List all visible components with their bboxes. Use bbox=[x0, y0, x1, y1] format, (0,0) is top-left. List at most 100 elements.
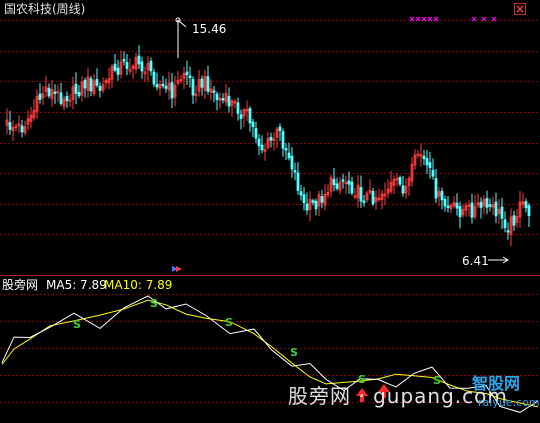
low-marker-arrow bbox=[488, 256, 509, 264]
candle-down bbox=[428, 162, 432, 169]
candle-down bbox=[503, 219, 507, 229]
candle-down bbox=[185, 71, 189, 76]
candle-down bbox=[284, 148, 288, 151]
candle-down bbox=[299, 191, 303, 196]
candle-down bbox=[446, 205, 450, 208]
candle-down bbox=[341, 179, 345, 182]
candle-down bbox=[470, 202, 474, 218]
candle-down bbox=[98, 85, 102, 91]
candle-down bbox=[431, 169, 435, 177]
candle-down bbox=[260, 144, 264, 151]
candle-down bbox=[398, 177, 402, 185]
stock-chart-app: SSSSSS 国农科技(周线) 15.46 6.41 股旁网 MA5: 7.89… bbox=[0, 0, 540, 423]
candle-down bbox=[188, 75, 192, 79]
candle-down bbox=[362, 200, 366, 203]
candle-down bbox=[251, 121, 255, 128]
candle-down bbox=[302, 194, 306, 204]
candle-down bbox=[227, 95, 231, 107]
candle-down bbox=[311, 200, 315, 203]
candle-down bbox=[59, 92, 63, 104]
candle-down bbox=[500, 206, 504, 219]
candle-down bbox=[290, 155, 294, 170]
candle-down bbox=[239, 114, 243, 119]
candle-down bbox=[527, 205, 531, 217]
candle-down bbox=[296, 172, 300, 191]
candle-down bbox=[47, 87, 51, 97]
candle-down bbox=[455, 202, 459, 209]
candle-down bbox=[512, 215, 516, 226]
watermark-logo-top: 智股网 bbox=[472, 374, 521, 393]
high-marker-line bbox=[177, 19, 187, 58]
indicator-name: 股旁网 bbox=[2, 278, 39, 292]
sell-signal-marker: S bbox=[150, 297, 158, 310]
candle-down bbox=[65, 95, 69, 102]
candle-down bbox=[350, 181, 354, 194]
candle-down bbox=[335, 183, 339, 189]
candle-down bbox=[494, 201, 498, 217]
candle-down bbox=[38, 93, 42, 100]
candle-down bbox=[314, 200, 318, 210]
candle-down bbox=[122, 59, 126, 62]
candle-down bbox=[116, 67, 120, 75]
candle-down bbox=[440, 190, 444, 201]
candle-down bbox=[506, 230, 510, 233]
candle-down bbox=[305, 203, 309, 211]
candle-down bbox=[161, 83, 165, 87]
watermark-logo-bottom: raiyue.com bbox=[478, 396, 540, 409]
candle-down bbox=[140, 61, 144, 72]
chart-title: 国农科技(周线) bbox=[4, 2, 86, 16]
candle-down bbox=[257, 138, 261, 147]
candle-down bbox=[425, 158, 429, 166]
candle-down bbox=[95, 79, 99, 86]
candle-down bbox=[212, 90, 216, 93]
ma5-readout: MA5: 7.89 bbox=[46, 278, 107, 292]
candle-down bbox=[20, 125, 24, 133]
candle-down bbox=[401, 185, 405, 194]
candle-down bbox=[77, 92, 81, 97]
signal-triangle-icon bbox=[176, 266, 182, 272]
candle-down bbox=[434, 178, 438, 199]
candle-down bbox=[215, 93, 219, 100]
candle-down bbox=[113, 63, 117, 71]
candle-down bbox=[155, 84, 159, 88]
candle-down bbox=[89, 78, 93, 92]
candle-down bbox=[8, 122, 12, 130]
candle-down bbox=[287, 152, 291, 159]
close-icon[interactable] bbox=[514, 3, 526, 15]
candle-down bbox=[281, 131, 285, 149]
candle-down bbox=[359, 186, 363, 202]
candle-down bbox=[278, 126, 282, 132]
candle-down bbox=[485, 198, 489, 208]
price-panel[interactable] bbox=[0, 0, 540, 276]
sell-signal-marker: S bbox=[225, 316, 233, 329]
candle-down bbox=[164, 85, 168, 89]
candle-down bbox=[236, 102, 240, 114]
candle-down bbox=[206, 76, 210, 92]
candle-down bbox=[137, 55, 141, 65]
candle-down bbox=[320, 196, 324, 203]
candle-down bbox=[269, 136, 273, 141]
candle-down bbox=[74, 83, 78, 94]
candle-down bbox=[200, 78, 204, 88]
sell-signal-marker: S bbox=[73, 318, 81, 331]
candle-down bbox=[170, 82, 174, 99]
candle-down bbox=[83, 79, 87, 89]
candle-down bbox=[149, 60, 153, 72]
ma10-readout: MA10: 7.89 bbox=[104, 278, 173, 292]
low-price-label: 6.41 bbox=[462, 254, 489, 268]
candle-down bbox=[53, 91, 57, 94]
high-price-label: 15.46 bbox=[192, 22, 227, 36]
candle-down bbox=[152, 71, 156, 85]
candle-down bbox=[524, 201, 528, 209]
candle-down bbox=[254, 128, 258, 139]
candle-down bbox=[293, 170, 297, 173]
candle-down bbox=[221, 98, 225, 101]
candle-down bbox=[422, 155, 426, 160]
candle-down bbox=[332, 178, 336, 186]
candle-down bbox=[125, 62, 129, 69]
candle-down bbox=[248, 108, 252, 124]
candle-down bbox=[191, 79, 195, 96]
candle-down bbox=[479, 201, 483, 208]
sell-signal-marker: S bbox=[290, 346, 298, 359]
candle-down bbox=[488, 204, 492, 207]
